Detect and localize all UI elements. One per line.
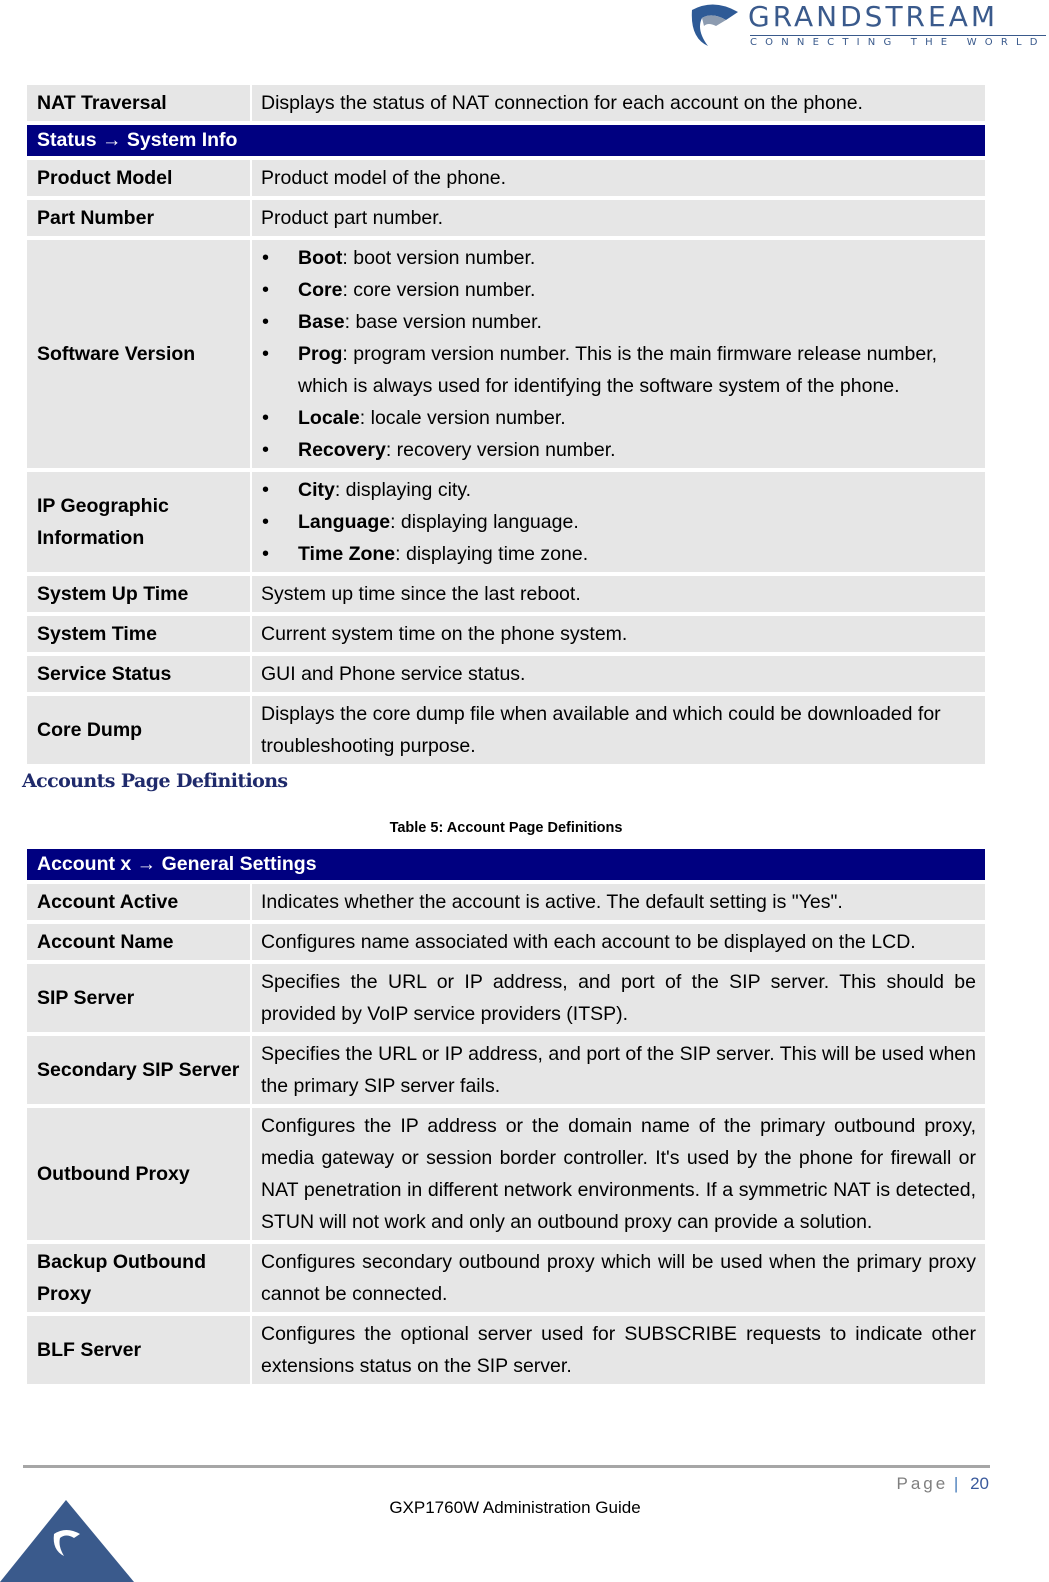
table-row: Core Dump Displays the core dump file wh…	[27, 696, 985, 764]
section-header-row: Account x → General Settings	[27, 849, 985, 880]
table-row: IP Geographic Information City: displayi…	[27, 472, 985, 572]
page-label: Page	[896, 1474, 949, 1493]
row-value: Displays the status of NAT connection fo…	[252, 85, 985, 121]
list-item: Language: displaying language.	[261, 506, 976, 538]
account-page-table: Account x → General Settings Account Act…	[25, 845, 987, 1388]
row-label: Product Model	[27, 160, 250, 196]
list-item: City: displaying city.	[261, 474, 976, 506]
row-label: System Up Time	[27, 576, 250, 612]
table-row: BLF Server Configures the optional serve…	[27, 1316, 985, 1384]
row-label: Software Version	[27, 240, 250, 468]
row-value: Displays the core dump file when availab…	[252, 696, 985, 764]
table-row: Secondary SIP Server Specifies the URL o…	[27, 1036, 985, 1104]
row-value: Specifies the URL or IP address, and por…	[252, 1036, 985, 1104]
table-row: NAT Traversal Displays the status of NAT…	[27, 85, 985, 121]
row-label: System Time	[27, 616, 250, 652]
ip-geo-list: City: displaying city. Language: display…	[261, 474, 976, 570]
row-label: Service Status	[27, 656, 250, 692]
row-value: Configures the IP address or the domain …	[252, 1108, 985, 1240]
page-number: Page | 20	[896, 1474, 989, 1494]
row-value: Boot: boot version number. Core: core ve…	[252, 240, 985, 468]
list-item: Core: core version number.	[261, 274, 976, 306]
page-number-value: 20	[970, 1474, 989, 1493]
system-info-table: NAT Traversal Displays the status of NAT…	[25, 81, 987, 768]
row-value: Product model of the phone.	[252, 160, 985, 196]
row-label: Part Number	[27, 200, 250, 236]
table-row: Product Model Product model of the phone…	[27, 160, 985, 196]
row-label: IP Geographic Information	[27, 472, 250, 572]
table-row: Service Status GUI and Phone service sta…	[27, 656, 985, 692]
row-label: BLF Server	[27, 1316, 250, 1384]
row-label: Core Dump	[27, 696, 250, 764]
row-value: Configures the optional server used for …	[252, 1316, 985, 1384]
row-value: Current system time on the phone system.	[252, 616, 985, 652]
list-item: Prog: program version number. This is th…	[261, 338, 976, 402]
table-row: Account Active Indicates whether the acc…	[27, 884, 985, 920]
list-item: Boot: boot version number.	[261, 242, 976, 274]
list-item: Time Zone: displaying time zone.	[261, 538, 976, 570]
row-value: Specifies the URL or IP address, and por…	[252, 964, 985, 1032]
guide-title: GXP1760W Administration Guide	[389, 1498, 641, 1517]
grandstream-logo: GRANDSTREAM CONNECTING THE WORLD	[686, 0, 1046, 52]
list-item: Recovery: recovery version number.	[261, 434, 976, 466]
footer-triangle-logo-icon	[0, 1500, 134, 1582]
row-value: City: displaying city. Language: display…	[252, 472, 985, 572]
grandstream-logo-icon	[691, 4, 738, 46]
row-label: Outbound Proxy	[27, 1108, 250, 1240]
row-value: Configures name associated with each acc…	[252, 924, 985, 960]
list-item: Base: base version number.	[261, 306, 976, 338]
row-label: Secondary SIP Server	[27, 1036, 250, 1104]
table-row: Outbound Proxy Configures the IP address…	[27, 1108, 985, 1240]
list-item: Locale: locale version number.	[261, 402, 976, 434]
row-label: Account Name	[27, 924, 250, 960]
table-caption: Table 5: Account Page Definitions	[389, 820, 623, 836]
row-label: SIP Server	[27, 964, 250, 1032]
row-label: Account Active	[27, 884, 250, 920]
page-separator: |	[953, 1474, 959, 1493]
row-label: Backup Outbound Proxy	[27, 1244, 250, 1312]
table-row: Software Version Boot: boot version numb…	[27, 240, 985, 468]
brand-name: GRANDSTREAM	[748, 0, 999, 33]
section-header: Account x → General Settings	[27, 849, 985, 880]
software-version-list: Boot: boot version number. Core: core ve…	[261, 242, 976, 466]
section-header: Status → System Info	[27, 125, 985, 156]
row-label: NAT Traversal	[27, 85, 250, 121]
row-value: Configures secondary outbound proxy whic…	[252, 1244, 985, 1312]
table-row: SIP Server Specifies the URL or IP addre…	[27, 964, 985, 1032]
table-row: Account Name Configures name associated …	[27, 924, 985, 960]
brand-tagline: CONNECTING THE WORLD	[750, 35, 1046, 48]
table-row: Part Number Product part number.	[27, 200, 985, 236]
table-row: System Up Time System up time since the …	[27, 576, 985, 612]
row-value: System up time since the last reboot.	[252, 576, 985, 612]
row-value: GUI and Phone service status.	[252, 656, 985, 692]
table-row: System Time Current system time on the p…	[27, 616, 985, 652]
section-title: Accounts Page Definitions	[22, 770, 288, 792]
footer-divider	[23, 1465, 990, 1468]
table-row: Backup Outbound Proxy Configures seconda…	[27, 1244, 985, 1312]
row-value: Product part number.	[252, 200, 985, 236]
row-value: Indicates whether the account is active.…	[252, 884, 985, 920]
section-header-row: Status → System Info	[27, 125, 985, 156]
